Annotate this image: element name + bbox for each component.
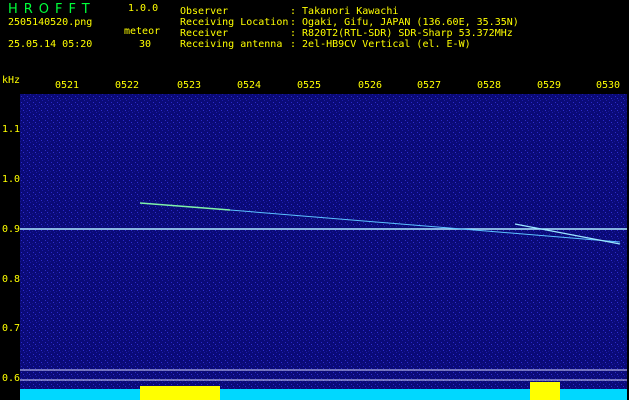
x-tick-0529: 0529 <box>537 80 562 91</box>
y-tick-1.0: 1.0 <box>2 174 21 185</box>
info-value-antenna: : 2el-HB9CV Vertical (el. E-W) <box>290 39 471 50</box>
x-tick-0522: 0522 <box>115 80 140 91</box>
x-tick-0523: 0523 <box>177 80 202 91</box>
noise-background <box>20 94 627 400</box>
y-tick-0.9: 0.9 <box>2 224 21 235</box>
y-tick-1.1: 1.1 <box>2 124 21 135</box>
y-tick-0.7: 0.7 <box>2 323 21 334</box>
x-tick-0527: 0527 <box>417 80 442 91</box>
app-version: 1.0.0 <box>128 3 159 14</box>
app-logo: HROFFT <box>8 2 96 17</box>
spectrogram-traces <box>20 94 627 400</box>
y-axis <box>0 74 20 400</box>
datetime-label: 25.05.14 05:20 <box>8 39 93 50</box>
spectrogram <box>20 94 627 400</box>
info-label-antenna: Receiving antenna <box>180 39 283 50</box>
meteor-count-label: meteor <box>124 26 161 37</box>
x-tick-0521: 0521 <box>55 80 80 91</box>
x-tick-0528: 0528 <box>477 80 502 91</box>
signal-burst <box>530 382 560 400</box>
y-tick-0.6: 0.6 <box>2 373 21 384</box>
meteor-count-value: 30 <box>139 39 152 50</box>
y-axis-unit: kHz <box>2 75 21 86</box>
header-panel: HROFFT 1.0.0 2505140520.png 25.05.14 05:… <box>0 0 629 74</box>
y-tick-0.8: 0.8 <box>2 274 21 285</box>
x-tick-0524: 0524 <box>237 80 262 91</box>
signal-burst <box>140 386 220 400</box>
x-tick-0526: 0526 <box>358 80 383 91</box>
x-tick-0530: 0530 <box>596 80 621 91</box>
x-tick-0525: 0525 <box>297 80 322 91</box>
filename-label: 2505140520.png <box>8 17 93 28</box>
